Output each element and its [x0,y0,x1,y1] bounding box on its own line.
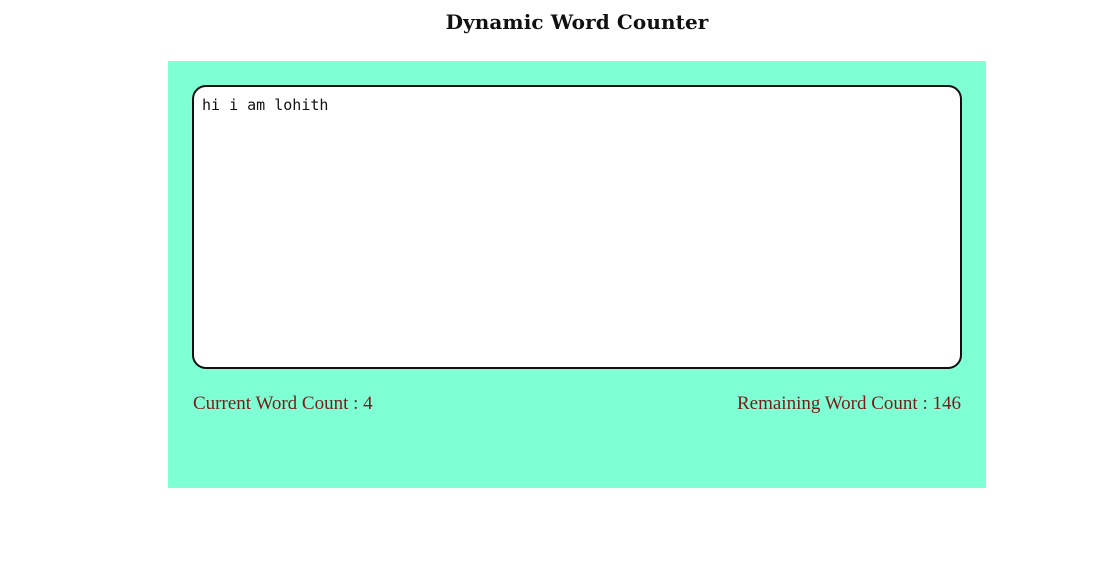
word-counter-panel: Current Word Count : 4 Remaining Word Co… [168,61,986,488]
page-title: Dynamic Word Counter [445,10,709,34]
text-input-area[interactable] [192,85,962,369]
remaining-word-count: Remaining Word Count : 146 [736,393,961,414]
current-word-count: Current Word Count : 4 [193,393,373,414]
